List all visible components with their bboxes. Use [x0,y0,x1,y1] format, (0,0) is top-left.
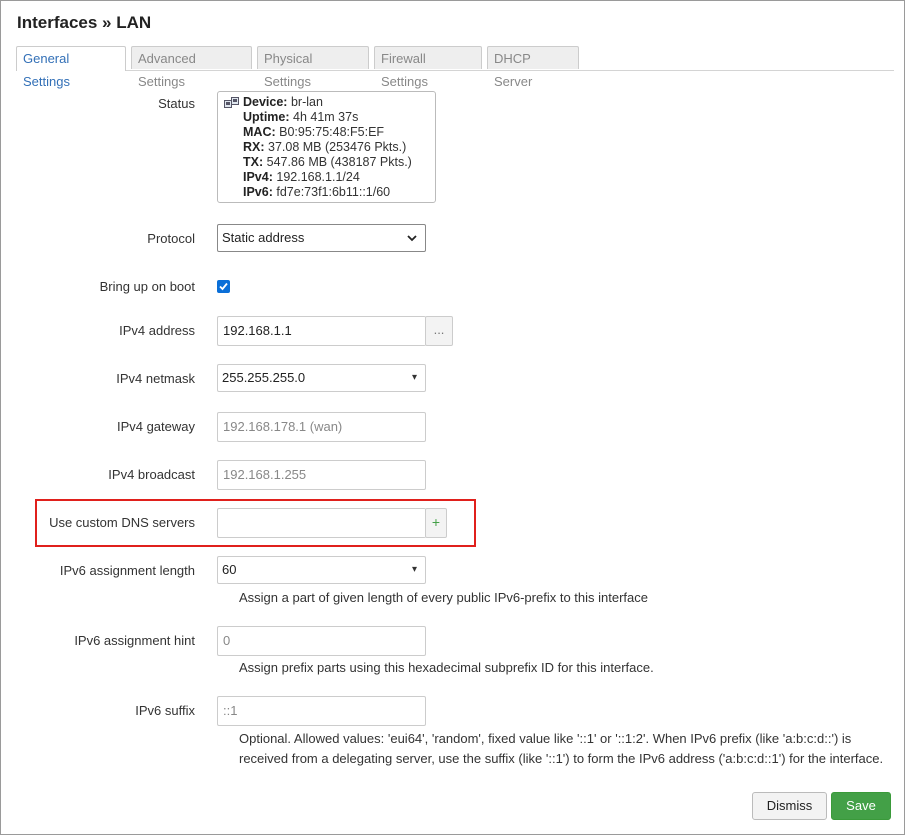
ipv4-netmask-label: IPv4 netmask [116,371,195,386]
dns-server-input[interactable] [217,508,426,538]
protocol-label: Protocol [147,231,195,246]
status-line-ipv4: IPv4: 192.168.1.1/24 [243,170,360,184]
dialog-title: Interfaces » LAN [17,13,152,32]
tab-firewall-settings[interactable]: Firewall Settings [374,46,482,89]
tab-dhcp-server[interactable]: DHCP Server [487,46,579,89]
ipv4-address-label: IPv4 address [119,323,195,338]
ipv6-hint-label: IPv6 assignment hint [74,633,195,648]
ipv4-gateway-label: IPv4 gateway [116,419,195,434]
ipv6-suffix-input[interactable]: ::1 [217,696,426,726]
dismiss-button[interactable]: Dismiss [752,792,827,820]
status-line-tx: TX: 547.86 MB (438187 Pkts.) [243,155,412,169]
ipv6-hint-help: Assign prefix parts using this hexadecim… [239,660,654,675]
tab-bar: General Settings Advanced Settings Physi… [16,46,894,89]
status-line-mac: MAC: B0:95:75:48:F5:EF [243,125,385,139]
status-line-uptime: Uptime: 4h 41m 37s [243,110,359,124]
ipv6-suffix-help-line1: Optional. Allowed values: 'eui64', 'rand… [239,731,852,746]
status-box: Device: br-lan Uptime: 4h 41m 37s MAC: B… [217,91,436,203]
ipv6-suffix-help-line2: received from a delegating server, use t… [239,751,884,766]
chevron-down-icon [407,225,417,262]
protocol-select[interactable]: Static address [217,224,426,252]
status-label: Status [158,96,195,111]
dns-label: Use custom DNS servers [49,515,195,530]
ethernet-port-icon [224,97,239,109]
ipv6-assignment-hint-input[interactable]: 0 [217,626,426,656]
ipv4-gateway-input[interactable]: 192.168.178.1 (wan) [217,412,426,442]
ipv6-length-help: Assign a part of given length of every p… [239,590,648,605]
ipv6-length-value: 60 [222,562,237,577]
status-line-device: Device: br-lan [243,95,323,109]
status-line-ipv6: IPv6: fd7e:73f1:6b11::1/60 [243,185,391,199]
boot-label: Bring up on boot [99,279,195,294]
save-button[interactable]: Save [831,792,891,820]
ipv6-suffix-label: IPv6 suffix [135,703,195,718]
dropdown-arrow-icon: ▾ [411,564,417,575]
add-dns-server-button[interactable]: + [425,508,447,538]
tab-physical-settings[interactable]: Physical Settings [257,46,369,89]
tab-advanced-settings[interactable]: Advanced Settings [131,46,252,89]
bring-up-on-boot-checkbox[interactable] [217,280,230,293]
ipv4-address-input[interactable]: 192.168.1.1 [217,316,426,346]
ipv4-broadcast-input[interactable]: 192.168.1.255 [217,460,426,490]
ipv4-netmask-select[interactable]: 255.255.255.0 ▾ [217,364,426,392]
interface-dialog: Interfaces » LAN General Settings Advanc… [0,0,905,835]
ipv6-length-label: IPv6 assignment length [59,563,195,578]
status-line-rx: RX: 37.08 MB (253476 Pkts.) [243,140,407,154]
status-details: Device: br-lan Uptime: 4h 41m 37s MAC: B… [243,95,412,200]
ipv6-assignment-length-select[interactable]: 60 ▾ [217,556,426,584]
protocol-value: Static address [222,230,305,245]
tab-general-settings[interactable]: General Settings [16,46,126,89]
ipv4-address-more-button[interactable]: ... [425,316,453,346]
ipv4-netmask-value: 255.255.255.0 [222,370,306,385]
dropdown-arrow-icon: ▾ [411,372,417,383]
ipv4-broadcast-label: IPv4 broadcast [108,467,195,482]
